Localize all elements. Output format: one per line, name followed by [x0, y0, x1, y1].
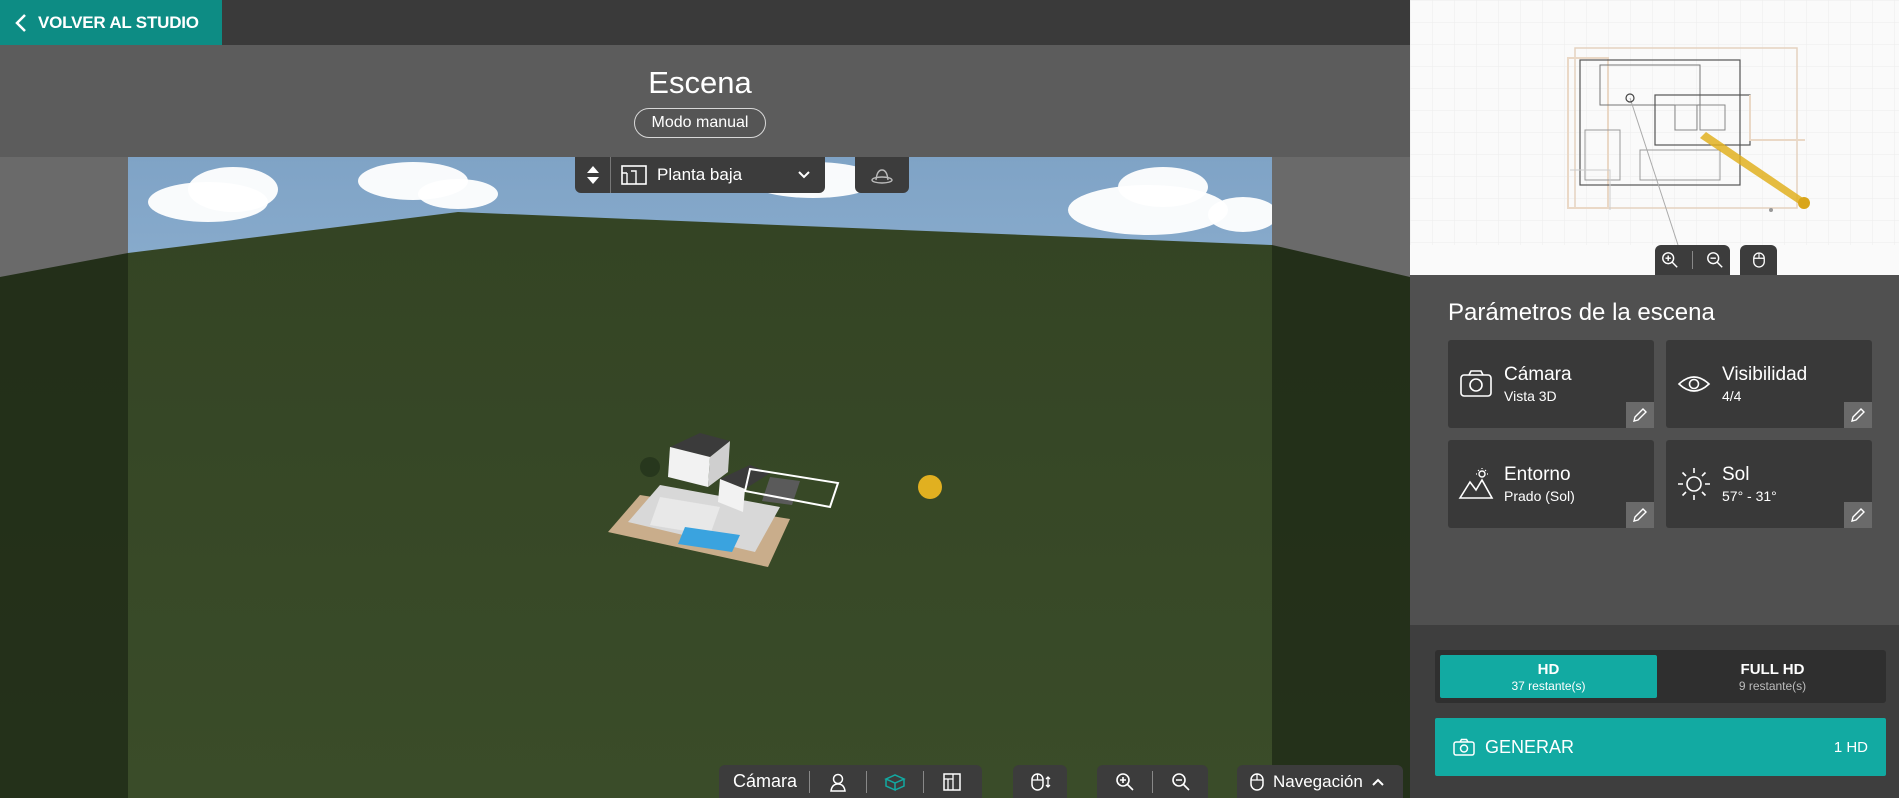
card-value: Prado (Sol) [1504, 488, 1575, 504]
chevron-left-icon [15, 13, 26, 32]
pencil-icon [1633, 508, 1647, 522]
floor-selector[interactable]: Planta baja [575, 157, 825, 193]
landscape-icon [1458, 468, 1494, 499]
parameters-title: Parámetros de la escena [1448, 299, 1715, 326]
edit-visibility-button[interactable] [1844, 402, 1872, 428]
house-model [608, 433, 840, 567]
quality-name: HD [1537, 661, 1560, 678]
right-panel: Parámetros de la escena Cámara Vista 3D … [1410, 0, 1899, 798]
floor-label: Planta baja [657, 165, 743, 184]
edit-camera-button[interactable] [1626, 402, 1654, 428]
quality-hd-option[interactable]: HD 37 restante(s) [1440, 655, 1657, 698]
mouse-icon [1752, 252, 1765, 268]
scene-viewport: VOLVER AL STUDIO Escena Modo manual Plan… [0, 0, 1410, 798]
zoom-out-button[interactable] [1153, 765, 1208, 798]
mouse-mode-button[interactable] [1013, 765, 1067, 798]
minimap-controls [1655, 245, 1777, 275]
quality-fullhd-option[interactable]: FULL HD 9 restante(s) [1664, 655, 1881, 698]
mode-pill[interactable]: Modo manual [634, 108, 766, 138]
card-title: Visibilidad [1722, 364, 1808, 385]
cube-3d-icon [884, 773, 906, 791]
card-value: 57° - 31° [1722, 488, 1777, 504]
3d-view-button[interactable] [867, 765, 923, 798]
card-title: Entorno [1504, 464, 1571, 485]
minimap-zoom [1655, 245, 1730, 275]
mouse-scroll-icon [1031, 772, 1051, 791]
zoom-in-icon [1115, 772, 1134, 791]
floor-plan-minimap [1410, 0, 1899, 246]
sun-card[interactable]: Sol 57° - 31° [1666, 440, 1872, 528]
environment-toggle-button[interactable] [855, 157, 909, 193]
edit-sun-button[interactable] [1844, 502, 1872, 528]
floor-plan-icon [943, 772, 961, 791]
edit-environment-button[interactable] [1626, 502, 1654, 528]
hat-icon [871, 169, 893, 184]
zoom-controls [1097, 765, 1208, 798]
card-title: Sol [1722, 464, 1750, 485]
quality-selector: HD 37 restante(s) FULL HD 9 restante(s) [1435, 650, 1886, 703]
render-area[interactable] [0, 157, 1410, 798]
scene-parameters: Parámetros de la escena Cámara Vista 3D … [1410, 275, 1899, 625]
card-value: 4/4 [1722, 388, 1742, 404]
card-value: Vista 3D [1504, 388, 1557, 404]
pencil-icon [1851, 508, 1865, 522]
navigation-menu[interactable]: Navegación [1237, 765, 1403, 798]
floor-stepper[interactable] [575, 157, 611, 193]
arrow-up-icon[interactable] [586, 166, 599, 173]
navigation-label: Navegación [1273, 771, 1363, 791]
zoom-in-button[interactable] [1097, 765, 1152, 798]
camera-icon [1460, 370, 1492, 397]
render-zone: HD 37 restante(s) FULL HD 9 restante(s) … [1410, 625, 1899, 798]
back-to-studio-button[interactable]: VOLVER AL STUDIO [0, 0, 222, 45]
camera-card[interactable]: Cámara Vista 3D [1448, 340, 1654, 428]
scene-header: Escena Modo manual [0, 45, 1410, 157]
person-view-button[interactable] [810, 765, 866, 798]
navigation-menu-toggle[interactable]: Navegación [1237, 772, 1385, 792]
back-button-label: VOLVER AL STUDIO [38, 12, 199, 32]
floor-plan-icon [621, 165, 647, 185]
minimap-mouse-button[interactable] [1740, 245, 1777, 275]
mouse-icon [1250, 772, 1264, 791]
environment-card[interactable]: Entorno Prado (Sol) [1448, 440, 1654, 528]
chevron-up-icon [1372, 778, 1384, 786]
zoom-out-icon[interactable] [1706, 251, 1724, 269]
person-icon [830, 773, 846, 792]
eye-icon [1677, 376, 1711, 392]
quality-name: FULL HD [1740, 661, 1805, 678]
minimap[interactable] [1410, 0, 1899, 275]
chevron-down-icon[interactable] [797, 170, 811, 180]
visibility-card[interactable]: Visibilidad 4/4 [1666, 340, 1872, 428]
arrow-down-icon[interactable] [586, 177, 599, 184]
sun-icon [1678, 468, 1710, 500]
camera-toolbar-label: Cámara [733, 771, 798, 791]
generate-label: GENERAR [1485, 736, 1575, 757]
generate-button[interactable]: GENERAR 1 HD [1435, 718, 1886, 776]
quality-remaining: 9 restante(s) [1738, 679, 1807, 693]
zoom-out-icon [1171, 772, 1190, 791]
sun-marker[interactable] [918, 475, 942, 499]
camera-icon [1453, 738, 1475, 756]
camera-toolbar: Cámara [719, 765, 982, 798]
plan-view-button[interactable] [924, 765, 980, 798]
divider [1691, 251, 1693, 269]
zoom-in-icon[interactable] [1661, 251, 1679, 269]
pencil-icon [1851, 408, 1865, 422]
pencil-icon [1633, 408, 1647, 422]
quality-remaining: 37 restante(s) [1511, 679, 1586, 693]
generate-cost: 1 HD [1833, 738, 1868, 756]
scene-title: Escena [648, 65, 752, 100]
top-bar: VOLVER AL STUDIO [0, 0, 1410, 45]
card-title: Cámara [1504, 364, 1572, 385]
